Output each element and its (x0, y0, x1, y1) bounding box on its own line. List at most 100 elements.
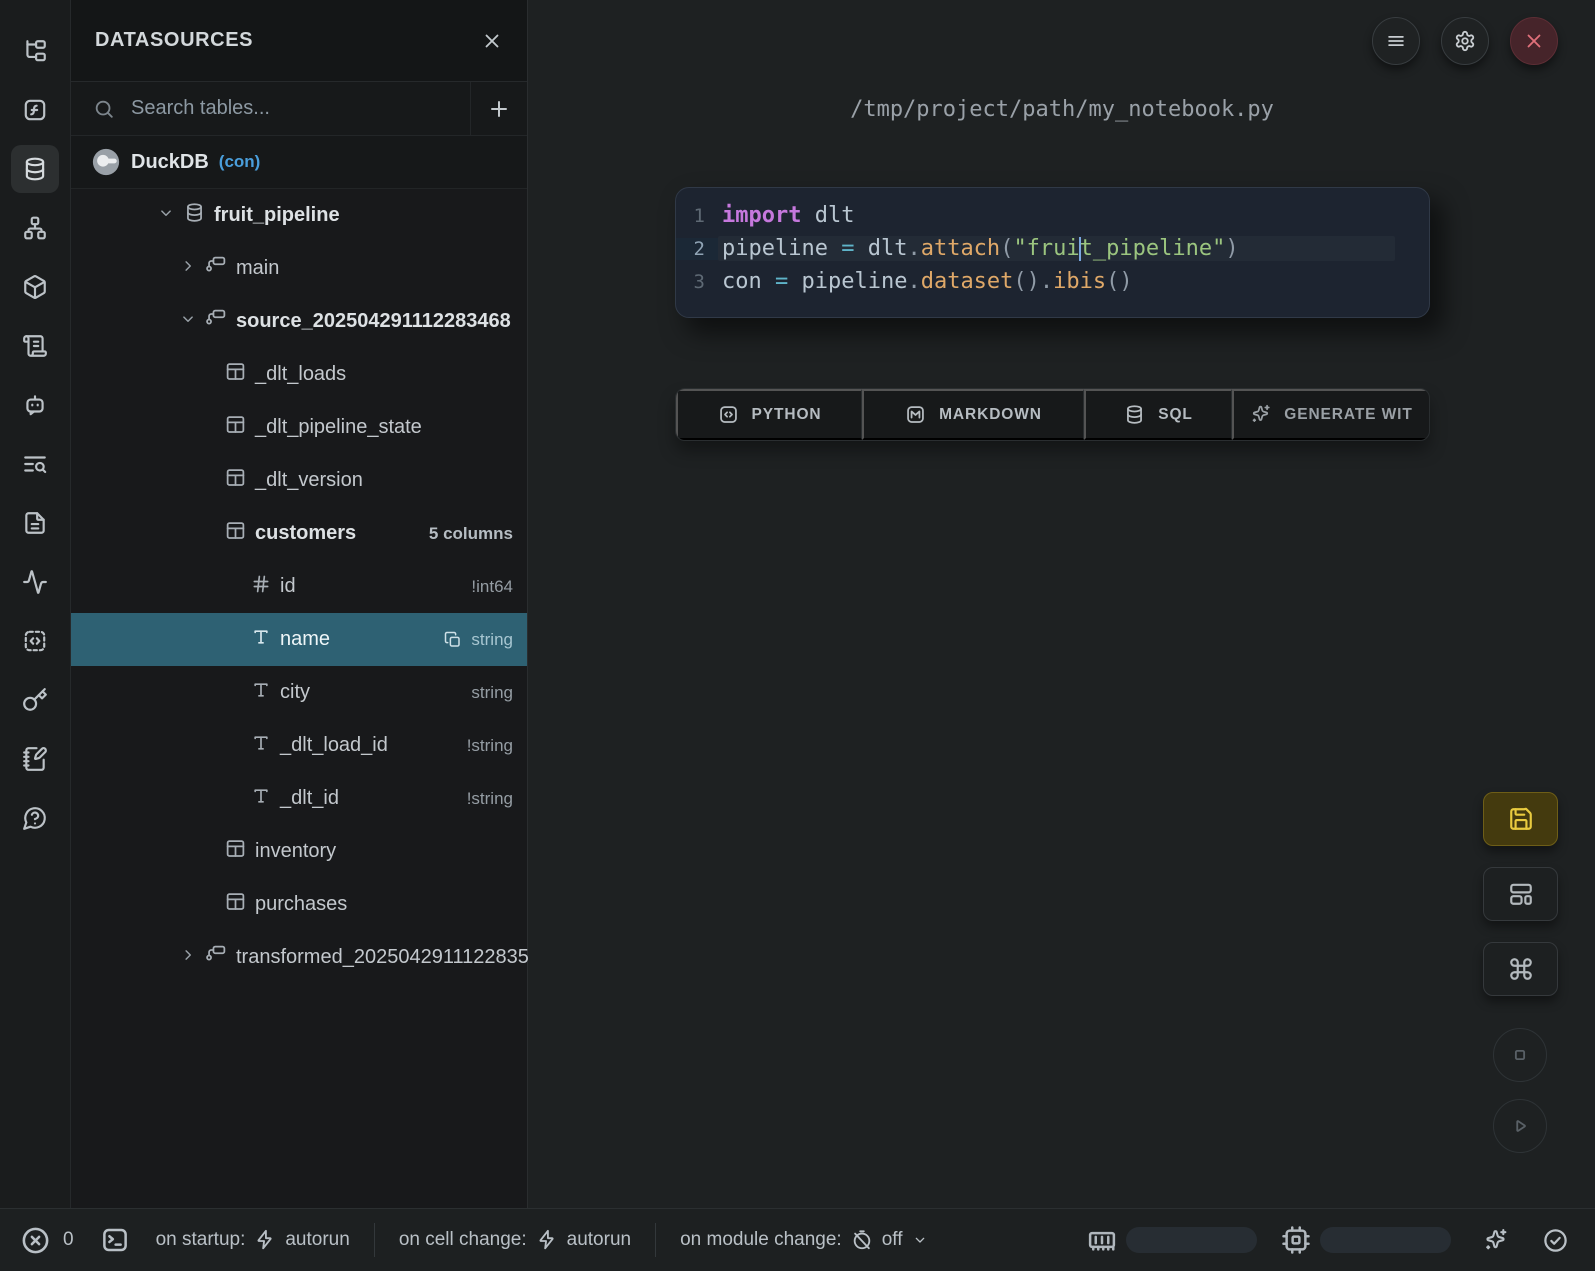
plus-icon (487, 97, 511, 121)
duckdb-connection-row[interactable]: DuckDB (con) (71, 136, 527, 189)
rail-tracing-button[interactable] (11, 558, 59, 606)
tree-row-label: _dlt_loads (255, 363, 346, 386)
tree-row-_dlt_pipeline_state[interactable]: _dlt_pipeline_state (71, 401, 527, 454)
close-icon (481, 30, 503, 52)
rail-secrets-button[interactable] (11, 676, 59, 724)
layout-button[interactable] (1483, 867, 1558, 921)
panel-title: DATASOURCES (95, 29, 481, 52)
runtime-config-autorun-1[interactable]: on cell change:autorun (399, 1229, 631, 1251)
chevron-down-icon (157, 204, 175, 222)
tree-row-city[interactable]: citystring (71, 666, 527, 719)
tree-row-_dlt_id[interactable]: _dlt_id !string (71, 772, 527, 825)
connection-alias: (con) (219, 152, 261, 172)
add-database-button[interactable] (471, 82, 527, 135)
shutdown-button[interactable] (1510, 17, 1558, 65)
add-python-cell-button[interactable]: PYTHON (676, 389, 862, 440)
add-sql-cell-button[interactable]: SQL (1084, 389, 1232, 440)
database-icon (184, 202, 205, 223)
tree-row-id[interactable]: id!int64 (71, 560, 527, 613)
cpu-icon (1281, 1225, 1311, 1255)
config-value: autorun (285, 1229, 349, 1251)
search-input[interactable] (129, 96, 470, 121)
line-number: 3 (676, 271, 718, 293)
table-icon (225, 361, 246, 382)
tree-row-_dlt_load_id[interactable]: _dlt_load_id!string (71, 719, 527, 772)
command-icon (1508, 956, 1534, 982)
tree-row-inventory[interactable]: inventory (71, 825, 527, 878)
menu-button[interactable] (1372, 17, 1420, 65)
chevron-right-icon (179, 257, 197, 275)
tree-row-_dlt_loads[interactable]: _dlt_loads (71, 348, 527, 401)
gear-icon (1454, 30, 1476, 52)
generate-with-ai-button[interactable]: GENERATE WIT (1232, 389, 1429, 440)
cpu-usage-track (1320, 1227, 1451, 1253)
connection-status-button[interactable] (1536, 1226, 1575, 1255)
clock-off-icon (851, 1229, 873, 1251)
rail-ai-chat-button[interactable] (11, 381, 59, 429)
code-square-icon (718, 404, 739, 425)
save-button[interactable] (1483, 792, 1558, 846)
terminal-button[interactable] (100, 1225, 130, 1255)
type-icon (251, 733, 271, 753)
text-search-icon (22, 451, 48, 477)
runtime-config-off-2[interactable]: on module change:off (680, 1229, 927, 1251)
code-text: con = pipeline.dataset().ibis() (718, 269, 1395, 294)
terminal-icon (100, 1225, 130, 1255)
rail-scratchpad-button[interactable] (11, 617, 59, 665)
tree-row-label: _dlt_id (280, 787, 339, 810)
table-icon (225, 467, 246, 488)
tree-row-label: _dlt_version (255, 469, 363, 492)
duckdb-logo-icon (91, 147, 121, 177)
check-circle-icon (1542, 1227, 1569, 1254)
rail-packages-button[interactable] (11, 263, 59, 311)
copy-icon (444, 631, 462, 649)
memory-usage-track (1126, 1227, 1257, 1253)
tree-row-fruit_pipeline[interactable]: fruit_pipeline (71, 189, 527, 242)
tree-row-source_202504291112283468[interactable]: source_202504291112283468 (71, 295, 527, 348)
tree-row-customers[interactable]: customers5 columns (71, 507, 527, 560)
tree-row-main[interactable]: main (71, 242, 527, 295)
rail-functions-button[interactable] (11, 86, 59, 134)
rail-snippets-button[interactable] (11, 499, 59, 547)
help-circle-icon (22, 805, 48, 831)
run-all-button[interactable] (1493, 1099, 1547, 1153)
type-icon (251, 627, 271, 647)
stop-button[interactable] (1493, 1028, 1547, 1082)
code-line-3: 3con = pipeline.dataset().ibis() (676, 265, 1429, 298)
code-line-1: 1import dlt (676, 199, 1429, 232)
rail-logs-button[interactable] (11, 440, 59, 488)
tree-row-transformed_202504291112283581[interactable]: transformed_202504291112283581 (71, 931, 527, 984)
code-text: import dlt (718, 203, 1395, 228)
column-type-label: !string (467, 789, 513, 809)
tree-row-purchases[interactable]: purchases (71, 878, 527, 931)
left-icon-rail (0, 0, 71, 1208)
code-cell[interactable]: 1import dlt2pipeline = dlt.attach("fruit… (675, 187, 1430, 318)
tree-row-name[interactable]: namestring (71, 613, 527, 666)
divider (655, 1223, 656, 1257)
tree-row-label: source_202504291112283468 (236, 310, 511, 333)
layout-icon (1508, 881, 1534, 907)
rail-documentation-button[interactable] (11, 322, 59, 370)
menu-icon (1385, 30, 1407, 52)
settings-button[interactable] (1441, 17, 1489, 65)
tree-row-_dlt_version[interactable]: _dlt_version (71, 454, 527, 507)
tree-row-label: _dlt_pipeline_state (255, 416, 422, 439)
tree-row-label: customers (255, 522, 356, 545)
shortcuts-button[interactable] (1483, 942, 1558, 996)
runtime-config-autorun-0[interactable]: on startup:autorun (156, 1229, 350, 1251)
rail-help-button[interactable] (11, 794, 59, 842)
ai-assist-button[interactable] (1477, 1227, 1514, 1254)
rail-datasources-button[interactable] (11, 145, 59, 193)
rail-notes-button[interactable] (11, 735, 59, 783)
close-panel-button[interactable] (481, 30, 503, 52)
add-cell-label: MARKDOWN (939, 406, 1042, 424)
column-type-label: !int64 (471, 577, 513, 597)
ram-icon (1087, 1225, 1117, 1255)
rail-file-explorer-button[interactable] (11, 27, 59, 75)
code-dashed-icon (22, 628, 48, 654)
rail-dependency-graph-button[interactable] (11, 204, 59, 252)
add-markdown-cell-button[interactable]: MARKDOWN (862, 389, 1084, 440)
config-label: on module change: (680, 1229, 842, 1251)
column-type-label: !string (467, 736, 513, 756)
errors-indicator[interactable]: 0 (20, 1225, 74, 1256)
